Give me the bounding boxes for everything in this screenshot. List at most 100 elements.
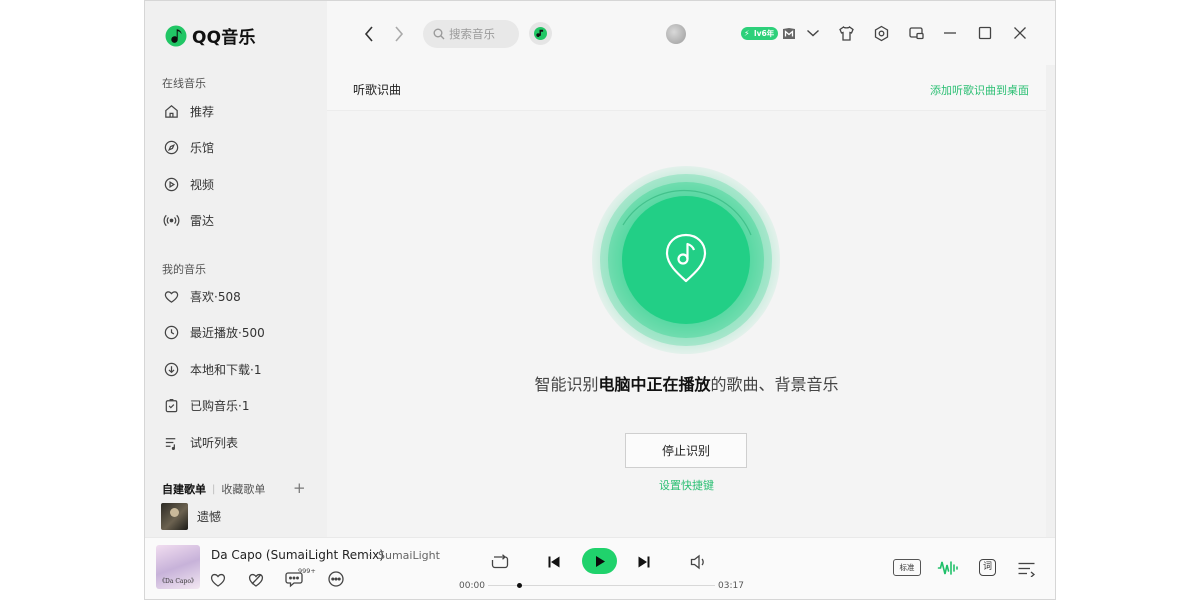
- settings-button[interactable]: [872, 24, 890, 42]
- sidebar-item-purchased[interactable]: 已购音乐·1: [163, 393, 313, 417]
- player-bar: 《Da Capo》 Da Capo (SumaiLight Remix) - S…: [145, 537, 1055, 599]
- sound-wave-icon: [937, 561, 958, 575]
- add-playlist-button[interactable]: +: [293, 479, 306, 497]
- mini-player-icon: [908, 26, 924, 39]
- song-title[interactable]: Da Capo (SumaiLight Remix): [211, 548, 384, 562]
- skip-next-icon: [638, 556, 650, 568]
- more-dots-icon: [328, 571, 344, 587]
- playlist-cover: [161, 503, 188, 530]
- dislike-button[interactable]: [246, 569, 266, 589]
- tshirt-icon: [838, 25, 854, 41]
- progress-handle[interactable]: [517, 583, 522, 588]
- forward-button[interactable]: [390, 24, 408, 44]
- music-recognition-button[interactable]: [529, 22, 552, 45]
- sidebar-item-label: 乐馆: [190, 140, 215, 155]
- membership-m-icon: [783, 27, 795, 39]
- play-mode-button[interactable]: [489, 552, 511, 572]
- song-artist[interactable]: SumaiLight: [378, 549, 440, 562]
- current-time: 00:00: [459, 581, 485, 591]
- playlist-icon: [165, 437, 176, 450]
- maximize-button[interactable]: [976, 24, 994, 42]
- chevron-left-icon: [364, 26, 373, 42]
- search-icon: [433, 28, 445, 40]
- description-highlight: 电脑中正在播放: [598, 375, 711, 394]
- tab-created-playlists[interactable]: 自建歌单: [162, 481, 206, 497]
- sidebar-item-video[interactable]: 视频: [163, 172, 313, 196]
- playlist-tabs: 自建歌单 | 收藏歌单: [162, 481, 307, 497]
- minimize-icon: [944, 32, 956, 34]
- membership-button[interactable]: [781, 25, 797, 41]
- sidebar-item-liked[interactable]: 喜欢·508: [163, 284, 313, 308]
- previous-button[interactable]: [545, 553, 563, 571]
- online-music-title: 在线音乐: [162, 77, 206, 90]
- sidebar-item-music-hall[interactable]: 乐馆: [163, 135, 313, 159]
- queue-list-icon: [1018, 562, 1035, 577]
- vip-badge[interactable]: lv6年: [741, 27, 779, 40]
- sidebar-item-label: 推荐: [190, 104, 215, 119]
- clock-icon: [164, 325, 179, 339]
- mini-mode-button[interactable]: [907, 24, 925, 42]
- sidebar-item-recent[interactable]: 最近播放·500: [163, 320, 313, 344]
- sidebar-item-recommend[interactable]: 推荐: [163, 99, 313, 123]
- sidebar-item-label: 最近播放·500: [190, 325, 265, 340]
- playlist-queue-button[interactable]: [1016, 558, 1036, 578]
- sidebar-item-preview-list[interactable]: 试听列表: [163, 430, 313, 454]
- sidebar-item-label: 已购音乐·1: [190, 398, 250, 413]
- app-logo[interactable]: QQ音乐: [165, 23, 256, 48]
- recognition-description: 智能识别电脑中正在播放的歌曲、背景音乐: [327, 371, 1046, 395]
- sidebar-item-label: 本地和下载·1: [190, 362, 262, 377]
- total-time: 03:17: [718, 581, 744, 591]
- set-shortcut-link-text[interactable]: 设置快捷键: [659, 479, 714, 492]
- scrollbar[interactable]: [1046, 65, 1055, 537]
- music-note-green-icon: [534, 27, 547, 40]
- description-prefix: 智能识别: [534, 375, 599, 394]
- comment-count: 999+: [298, 567, 316, 575]
- sidebar-item-label: 视频: [190, 177, 215, 192]
- purchased-bag-icon: [165, 398, 178, 412]
- play-button[interactable]: [582, 548, 617, 574]
- more-button[interactable]: [326, 569, 346, 589]
- sidebar-item-local-download[interactable]: 本地和下载·1: [163, 357, 313, 381]
- app-name: QQ音乐: [192, 28, 256, 48]
- set-shortcut-link: 设置快捷键: [327, 477, 1046, 493]
- next-button[interactable]: [635, 553, 653, 571]
- volume-icon: [690, 554, 704, 570]
- stop-recognition-button[interactable]: 停止识别: [625, 433, 747, 468]
- play-icon: [595, 555, 605, 567]
- add-to-desktop-link[interactable]: 添加听歌识曲到桌面: [930, 82, 1029, 98]
- minimize-button[interactable]: [941, 24, 959, 42]
- compass-icon: [164, 140, 179, 154]
- progress-bar[interactable]: [488, 585, 715, 586]
- radar-icon: [163, 214, 180, 226]
- heart-icon: [210, 573, 226, 587]
- playlist-item[interactable]: 遗憾: [161, 503, 221, 530]
- tab-collected-playlists[interactable]: 收藏歌单: [221, 481, 265, 497]
- lyrics-button[interactable]: 词: [979, 559, 996, 576]
- top-bar: lv6年: [327, 1, 1055, 65]
- playlist-item-label: 遗憾: [197, 510, 222, 524]
- main-content: 听歌识曲 添加听歌识曲到桌面 智能识别电脑中正在播放的歌曲、背景音乐 停止识别 …: [327, 65, 1046, 537]
- close-button[interactable]: [1011, 24, 1029, 42]
- heart-icon: [164, 290, 179, 303]
- album-art[interactable]: 《Da Capo》: [156, 545, 200, 589]
- sidebar-item-radar[interactable]: 雷达: [163, 208, 313, 232]
- chevron-right-icon: [395, 26, 404, 42]
- search-box[interactable]: [423, 20, 519, 48]
- repeat-icon: [491, 554, 509, 569]
- search-input[interactable]: [449, 27, 511, 41]
- description-suffix: 的歌曲、背景音乐: [710, 375, 839, 394]
- like-button[interactable]: [208, 569, 228, 589]
- back-button[interactable]: [360, 24, 378, 44]
- chevron-down-icon: [807, 29, 819, 37]
- volume-button[interactable]: [688, 552, 710, 572]
- skin-button[interactable]: [837, 24, 855, 42]
- quality-button[interactable]: 标准: [893, 559, 921, 576]
- recognition-disc: [592, 166, 780, 354]
- page-title: 听歌识曲: [353, 83, 402, 97]
- my-music-title: 我的音乐: [162, 263, 206, 276]
- disc-core: [622, 196, 750, 324]
- sound-effect-button[interactable]: [937, 557, 959, 579]
- account-menu-button[interactable]: [805, 25, 821, 41]
- gear-icon: [874, 25, 888, 41]
- avatar[interactable]: [666, 24, 686, 44]
